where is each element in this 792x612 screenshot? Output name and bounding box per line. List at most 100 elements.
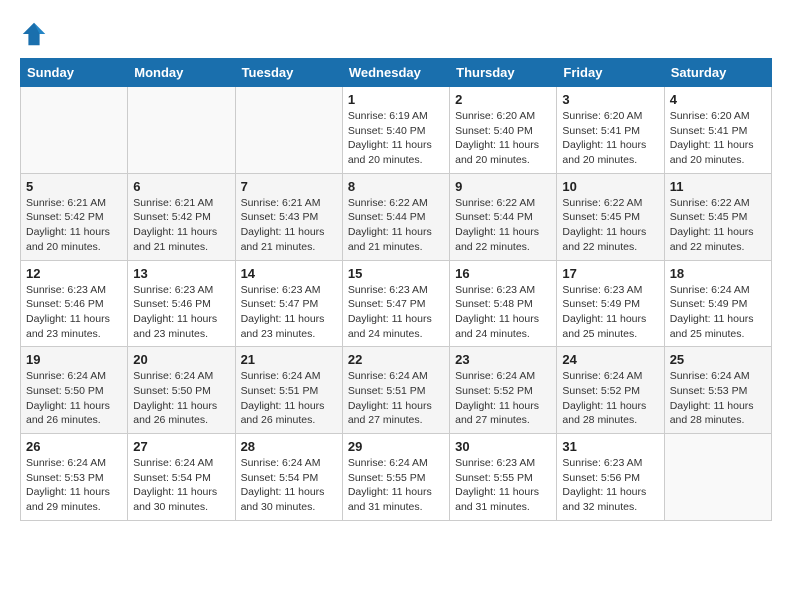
day-number: 6 (133, 179, 229, 194)
day-info: Sunrise: 6:23 AM Sunset: 5:46 PM Dayligh… (133, 283, 229, 342)
calendar-week-row: 19 Sunrise: 6:24 AM Sunset: 5:50 PM Dayli… (21, 347, 772, 434)
day-info: Sunrise: 6:24 AM Sunset: 5:54 PM Dayligh… (241, 456, 337, 515)
day-info: Sunrise: 6:24 AM Sunset: 5:55 PM Dayligh… (348, 456, 444, 515)
day-info: Sunrise: 6:23 AM Sunset: 5:49 PM Dayligh… (562, 283, 658, 342)
day-info: Sunrise: 6:22 AM Sunset: 5:44 PM Dayligh… (348, 196, 444, 255)
calendar-week-row: 1 Sunrise: 6:19 AM Sunset: 5:40 PM Daylig… (21, 87, 772, 174)
calendar-week-row: 5 Sunrise: 6:21 AM Sunset: 5:42 PM Daylig… (21, 173, 772, 260)
calendar-cell: 2Sunrise: 6:20 AM Sunset: 5:40 PM Daylig… (450, 87, 557, 174)
calendar-cell: 24 Sunrise: 6:24 AM Sunset: 5:52 PM Dayli… (557, 347, 664, 434)
calendar-cell: 15 Sunrise: 6:23 AM Sunset: 5:47 PM Dayli… (342, 260, 449, 347)
day-number: 28 (241, 439, 337, 454)
day-info: Sunrise: 6:24 AM Sunset: 5:53 PM Dayligh… (26, 456, 122, 515)
calendar-cell: 30Sunrise: 6:23 AM Sunset: 5:55 PM Dayli… (450, 434, 557, 521)
day-number: 24 (562, 352, 658, 367)
day-number: 29 (348, 439, 444, 454)
day-info: Sunrise: 6:23 AM Sunset: 5:55 PM Dayligh… (455, 456, 551, 515)
day-number: 16 (455, 266, 551, 281)
day-info: Sunrise: 6:23 AM Sunset: 5:47 PM Dayligh… (241, 283, 337, 342)
day-info: Sunrise: 6:21 AM Sunset: 5:42 PM Dayligh… (26, 196, 122, 255)
calendar-cell: 25Sunrise: 6:24 AM Sunset: 5:53 PM Dayli… (664, 347, 771, 434)
day-number: 2 (455, 92, 551, 107)
calendar-cell (21, 87, 128, 174)
calendar-cell: 11 Sunrise: 6:22 AM Sunset: 5:45 PM Dayli… (664, 173, 771, 260)
calendar-cell: 3 Sunrise: 6:20 AM Sunset: 5:41 PM Daylig… (557, 87, 664, 174)
day-number: 26 (26, 439, 122, 454)
day-number: 18 (670, 266, 766, 281)
calendar-cell: 26 Sunrise: 6:24 AM Sunset: 5:53 PM Dayli… (21, 434, 128, 521)
day-number: 15 (348, 266, 444, 281)
day-number: 14 (241, 266, 337, 281)
weekday-header-row: SundayMondayTuesdayWednesdayThursdayFrid… (21, 59, 772, 87)
day-info: Sunrise: 6:24 AM Sunset: 5:51 PM Dayligh… (241, 369, 337, 428)
calendar: SundayMondayTuesdayWednesdayThursdayFrid… (20, 58, 772, 521)
calendar-cell: 12 Sunrise: 6:23 AM Sunset: 5:46 PM Dayli… (21, 260, 128, 347)
day-number: 27 (133, 439, 229, 454)
calendar-cell: 18 Sunrise: 6:24 AM Sunset: 5:49 PM Dayli… (664, 260, 771, 347)
calendar-cell: 28 Sunrise: 6:24 AM Sunset: 5:54 PM Dayli… (235, 434, 342, 521)
day-number: 5 (26, 179, 122, 194)
day-info: Sunrise: 6:24 AM Sunset: 5:50 PM Dayligh… (26, 369, 122, 428)
logo (20, 20, 52, 48)
day-number: 7 (241, 179, 337, 194)
page: SundayMondayTuesdayWednesdayThursdayFrid… (0, 0, 792, 531)
day-info: Sunrise: 6:24 AM Sunset: 5:52 PM Dayligh… (455, 369, 551, 428)
day-info: Sunrise: 6:20 AM Sunset: 5:41 PM Dayligh… (670, 109, 766, 168)
day-info: Sunrise: 6:24 AM Sunset: 5:49 PM Dayligh… (670, 283, 766, 342)
calendar-cell: 17 Sunrise: 6:23 AM Sunset: 5:49 PM Dayli… (557, 260, 664, 347)
calendar-cell (235, 87, 342, 174)
calendar-cell: 21 Sunrise: 6:24 AM Sunset: 5:51 PM Dayli… (235, 347, 342, 434)
calendar-cell: 14 Sunrise: 6:23 AM Sunset: 5:47 PM Dayli… (235, 260, 342, 347)
weekday-header: Tuesday (235, 59, 342, 87)
calendar-cell: 23 Sunrise: 6:24 AM Sunset: 5:52 PM Dayli… (450, 347, 557, 434)
calendar-cell (664, 434, 771, 521)
calendar-cell (128, 87, 235, 174)
day-info: Sunrise: 6:23 AM Sunset: 5:56 PM Dayligh… (562, 456, 658, 515)
calendar-cell: 9Sunrise: 6:22 AM Sunset: 5:44 PM Daylig… (450, 173, 557, 260)
day-number: 25 (670, 352, 766, 367)
calendar-cell: 8Sunrise: 6:22 AM Sunset: 5:44 PM Daylig… (342, 173, 449, 260)
calendar-cell: 31 Sunrise: 6:23 AM Sunset: 5:56 PM Dayli… (557, 434, 664, 521)
day-info: Sunrise: 6:19 AM Sunset: 5:40 PM Dayligh… (348, 109, 444, 168)
day-number: 1 (348, 92, 444, 107)
weekday-header: Wednesday (342, 59, 449, 87)
calendar-cell: 27Sunrise: 6:24 AM Sunset: 5:54 PM Dayli… (128, 434, 235, 521)
calendar-cell: 29 Sunrise: 6:24 AM Sunset: 5:55 PM Dayli… (342, 434, 449, 521)
calendar-cell: 5 Sunrise: 6:21 AM Sunset: 5:42 PM Daylig… (21, 173, 128, 260)
weekday-header: Friday (557, 59, 664, 87)
day-number: 21 (241, 352, 337, 367)
calendar-cell: 4Sunrise: 6:20 AM Sunset: 5:41 PM Daylig… (664, 87, 771, 174)
day-number: 11 (670, 179, 766, 194)
calendar-cell: 22 Sunrise: 6:24 AM Sunset: 5:51 PM Dayli… (342, 347, 449, 434)
header (20, 20, 772, 48)
day-info: Sunrise: 6:22 AM Sunset: 5:44 PM Dayligh… (455, 196, 551, 255)
day-info: Sunrise: 6:24 AM Sunset: 5:50 PM Dayligh… (133, 369, 229, 428)
calendar-cell: 19 Sunrise: 6:24 AM Sunset: 5:50 PM Dayli… (21, 347, 128, 434)
logo-icon (20, 20, 48, 48)
calendar-cell: 6Sunrise: 6:21 AM Sunset: 5:42 PM Daylig… (128, 173, 235, 260)
day-number: 12 (26, 266, 122, 281)
day-number: 23 (455, 352, 551, 367)
day-info: Sunrise: 6:22 AM Sunset: 5:45 PM Dayligh… (562, 196, 658, 255)
day-number: 10 (562, 179, 658, 194)
day-info: Sunrise: 6:23 AM Sunset: 5:46 PM Dayligh… (26, 283, 122, 342)
day-info: Sunrise: 6:20 AM Sunset: 5:41 PM Dayligh… (562, 109, 658, 168)
day-number: 22 (348, 352, 444, 367)
day-info: Sunrise: 6:23 AM Sunset: 5:47 PM Dayligh… (348, 283, 444, 342)
day-number: 31 (562, 439, 658, 454)
weekday-header: Monday (128, 59, 235, 87)
calendar-cell: 20Sunrise: 6:24 AM Sunset: 5:50 PM Dayli… (128, 347, 235, 434)
day-info: Sunrise: 6:22 AM Sunset: 5:45 PM Dayligh… (670, 196, 766, 255)
day-number: 19 (26, 352, 122, 367)
calendar-cell: 10 Sunrise: 6:22 AM Sunset: 5:45 PM Dayli… (557, 173, 664, 260)
day-number: 3 (562, 92, 658, 107)
day-info: Sunrise: 6:23 AM Sunset: 5:48 PM Dayligh… (455, 283, 551, 342)
calendar-cell: 16 Sunrise: 6:23 AM Sunset: 5:48 PM Dayli… (450, 260, 557, 347)
day-info: Sunrise: 6:21 AM Sunset: 5:43 PM Dayligh… (241, 196, 337, 255)
weekday-header: Thursday (450, 59, 557, 87)
day-number: 13 (133, 266, 229, 281)
day-number: 17 (562, 266, 658, 281)
weekday-header: Sunday (21, 59, 128, 87)
day-info: Sunrise: 6:24 AM Sunset: 5:51 PM Dayligh… (348, 369, 444, 428)
day-info: Sunrise: 6:24 AM Sunset: 5:52 PM Dayligh… (562, 369, 658, 428)
